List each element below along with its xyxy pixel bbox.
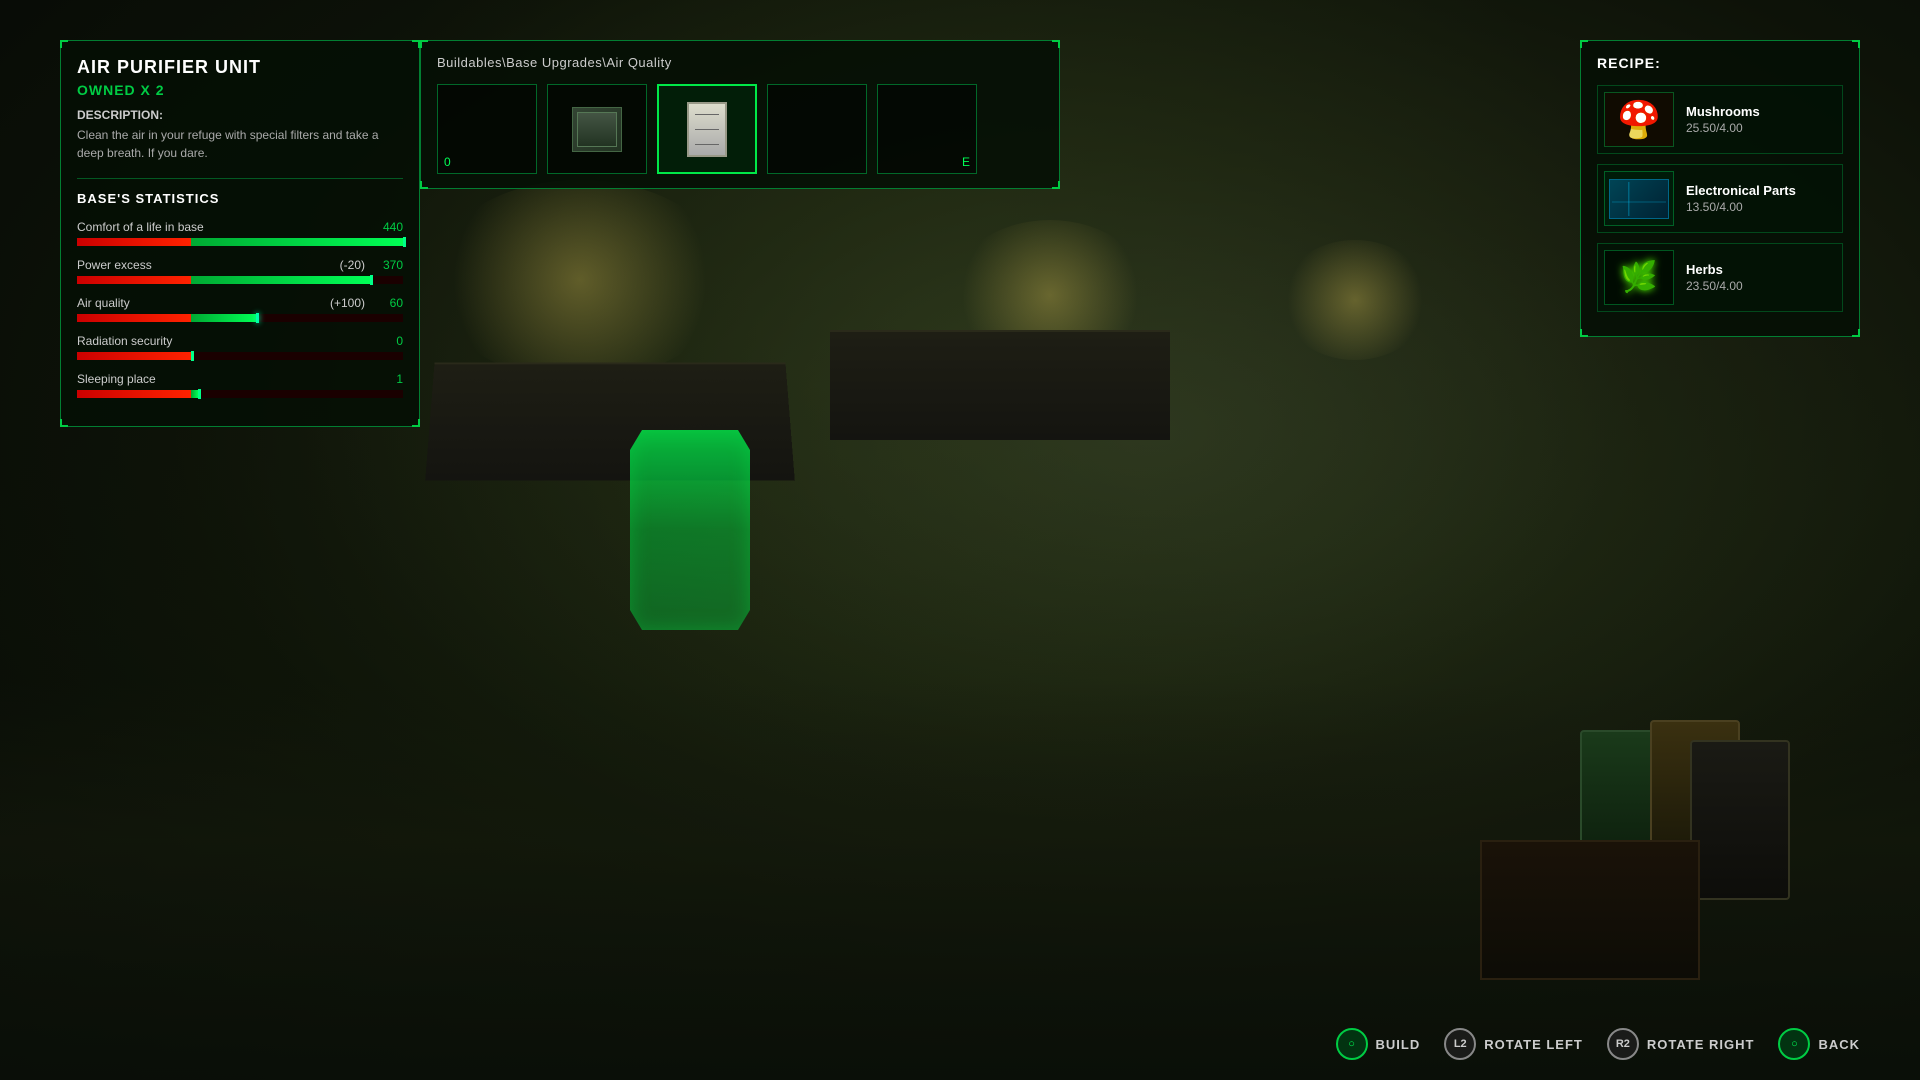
btn-label-3: BACK [1818,1037,1860,1052]
recipe-icon-2: 🌿 [1604,250,1674,305]
stat-row-1: Power excess (-20) 370 [77,258,403,284]
btn-key-2: R2 [1607,1028,1639,1060]
stat-modifier-1: (-20) [340,258,365,272]
recipe-item-name-2: Herbs [1686,262,1743,277]
btn-key-0: ○ [1336,1028,1368,1060]
stat-modifier-2: (+100) [330,296,365,310]
recipe-item-2: 🌿 Herbs 23.50/4.00 [1597,243,1843,312]
recipe-item-amount-1: 13.50/4.00 [1686,200,1796,214]
holographic-object [630,430,750,630]
btn-label-2: ROTATE RIGHT [1647,1037,1755,1052]
thumbnail-slot-0[interactable]: 0 [437,84,537,174]
btn-label-1: ROTATE LEFT [1484,1037,1583,1052]
description-text: Clean the air in your refuge with specia… [77,126,403,162]
action-btn-build[interactable]: ○ BUILD [1336,1028,1421,1060]
stat-value-4: 1 [373,372,403,386]
panel-divider [77,178,403,179]
owned-label: OWNED X 2 [77,82,403,98]
workbench-right [830,330,1170,440]
action-btn-back[interactable]: ○ BACK [1778,1028,1860,1060]
recipe-item-1: Electronical Parts 13.50/4.00 [1597,164,1843,233]
stat-row-2: Air quality (+100) 60 [77,296,403,322]
right-panel: RECIPE: 🍄 Mushrooms 25.50/4.00 Electronical… [1580,40,1860,337]
breadcrumb: Buildables\Base Upgrades\Air Quality [437,55,1043,70]
btn-label-0: BUILD [1376,1037,1421,1052]
item-title: AIR PURIFIER UNIT [77,57,403,78]
recipe-container: 🍄 Mushrooms 25.50/4.00 Electronical Parts 13… [1597,85,1843,312]
stats-title: BASE'S STATISTICS [77,191,403,206]
recipe-item-name-1: Electronical Parts [1686,183,1796,198]
recipe-item-amount-0: 25.50/4.00 [1686,121,1760,135]
item-thumbnails: 0E [437,84,1043,174]
recipe-item-amount-2: 23.50/4.00 [1686,279,1743,293]
bottom-action-bar: ○ BUILD L2 ROTATE LEFT R2 ROTATE RIGHT ○ BACK [1336,1028,1860,1060]
stat-bar-bg-3 [77,352,403,360]
thumbnail-slot-1[interactable] [547,84,647,174]
btn-key-1: L2 [1444,1028,1476,1060]
btn-key-3: ○ [1778,1028,1810,1060]
recipe-title: RECIPE: [1597,55,1843,71]
stat-row-3: Radiation security 0 [77,334,403,360]
stat-name-4: Sleeping place [77,372,156,386]
stat-name-1: Power excess [77,258,152,272]
recipe-icon-0: 🍄 [1604,92,1674,147]
thumbnail-slot-3[interactable] [767,84,867,174]
stats-container: Comfort of a life in base 440 Power excess… [77,220,403,398]
top-center-panel: Buildables\Base Upgrades\Air Quality 0E [420,40,1060,189]
thumbnail-slot-2[interactable] [657,84,757,174]
description-label: DESCRIPTION: [77,108,403,122]
stat-value-2: 60 [373,296,403,310]
stat-value-0: 440 [373,220,403,234]
stat-bar-bg-1 [77,276,403,284]
action-btn-rotate-right[interactable]: R2 ROTATE RIGHT [1607,1028,1755,1060]
stat-row-0: Comfort of a life in base 440 [77,220,403,246]
thumbnail-slot-4[interactable]: E [877,84,977,174]
recipe-item-0: 🍄 Mushrooms 25.50/4.00 [1597,85,1843,154]
stat-bar-bg-0 [77,238,403,246]
action-btn-rotate-left[interactable]: L2 ROTATE LEFT [1444,1028,1583,1060]
stat-value-3: 0 [373,334,403,348]
stat-value-1: 370 [373,258,403,272]
barrel-dark [1690,740,1790,900]
stat-name-3: Radiation security [77,334,172,348]
garden-bed [1480,840,1700,980]
stat-name-0: Comfort of a life in base [77,220,204,234]
left-panel: AIR PURIFIER UNIT OWNED X 2 DESCRIPTION:… [60,40,420,427]
stat-name-2: Air quality [77,296,130,310]
recipe-icon-1 [1604,171,1674,226]
stat-bar-bg-4 [77,390,403,398]
recipe-item-name-0: Mushrooms [1686,104,1760,119]
stat-row-4: Sleeping place 1 [77,372,403,398]
stat-bar-bg-2 [77,314,403,322]
